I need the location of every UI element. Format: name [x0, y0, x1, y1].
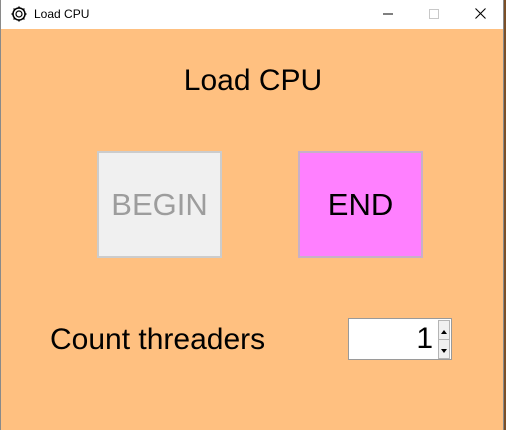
chevron-down-icon: [441, 340, 447, 358]
thread-count-stepper[interactable]: 1: [348, 318, 452, 360]
end-button[interactable]: END: [298, 151, 423, 258]
cpu-gear-icon: [11, 6, 27, 22]
close-button[interactable]: [457, 0, 503, 29]
stepper-buttons: [438, 320, 450, 359]
begin-button: BEGIN: [97, 151, 222, 258]
thread-count-value[interactable]: 1: [416, 321, 433, 357]
minimize-icon: [383, 6, 393, 24]
maximize-icon: [429, 6, 439, 24]
close-icon: [474, 6, 486, 24]
maximize-button: [411, 0, 457, 29]
minimize-button[interactable]: [365, 0, 411, 29]
title-bar[interactable]: Load CPU: [1, 0, 503, 29]
chevron-up-icon: [441, 321, 447, 339]
page-heading: Load CPU: [183, 64, 323, 97]
window-title: Load CPU: [34, 7, 90, 21]
increment-button[interactable]: [438, 320, 450, 340]
app-window: Load CPU Load CPU BEGIN END Count thread…: [0, 0, 504, 430]
decrement-button[interactable]: [438, 340, 450, 359]
count-threads-label: Count threaders: [50, 323, 266, 356]
